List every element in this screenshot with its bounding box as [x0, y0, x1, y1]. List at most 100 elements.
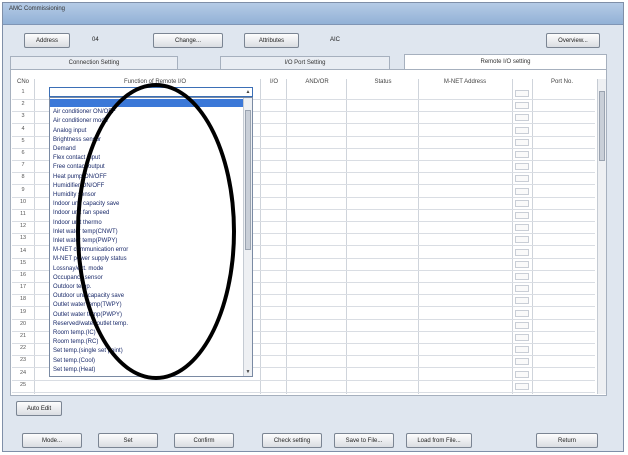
- change-button[interactable]: Change...: [153, 33, 223, 48]
- port-checkbox[interactable]: [515, 346, 529, 354]
- check-setting-button[interactable]: Check setting: [262, 433, 322, 448]
- row-number: 24: [12, 368, 34, 378]
- row-number: 10: [12, 197, 34, 207]
- list-item[interactable]: Outlet water temp(PWPY): [53, 311, 122, 319]
- header-status: Status: [374, 79, 392, 85]
- grid-scrollbar[interactable]: [597, 79, 606, 394]
- list-item[interactable]: Indoor unit capacity save: [53, 200, 119, 208]
- load-from-file-button[interactable]: Load from File...: [406, 433, 472, 448]
- row-number: 13: [12, 234, 34, 244]
- chevron-down-icon[interactable]: ▲: [244, 88, 252, 96]
- list-item[interactable]: Flex contact input: [53, 154, 100, 162]
- row-number: 12: [12, 222, 34, 232]
- header-io: I/O: [269, 79, 278, 85]
- row-number: 11: [12, 210, 34, 219]
- scroll-down-icon[interactable]: ▼: [244, 368, 252, 376]
- list-item[interactable]: Humidity sensor: [53, 191, 96, 199]
- row-number: 14: [12, 246, 34, 256]
- list-item[interactable]: Demand: [53, 145, 76, 153]
- port-checkbox[interactable]: [515, 187, 529, 195]
- return-button[interactable]: Return: [536, 433, 598, 448]
- port-checkbox[interactable]: [515, 212, 529, 219]
- listbox-scrollbar[interactable]: ▼: [243, 98, 252, 376]
- list-item[interactable]: Air conditioner ON/OFF: [53, 108, 116, 116]
- list-item[interactable]: M-NET power supply status: [53, 255, 127, 263]
- address-value: 04: [92, 37, 99, 43]
- list-item[interactable]: Inlet water temp(CNWT): [53, 228, 118, 236]
- port-checkbox[interactable]: [515, 126, 529, 134]
- port-checkbox[interactable]: [515, 236, 529, 244]
- port-checkbox[interactable]: [515, 199, 529, 207]
- list-item[interactable]: Set temp.(Cool): [53, 357, 95, 365]
- function-dropdown[interactable]: ▲: [49, 87, 253, 97]
- auto-edit-button[interactable]: Auto Edit: [16, 401, 62, 416]
- list-item[interactable]: Outlet water temp(TWPY): [53, 301, 122, 309]
- port-checkbox[interactable]: [515, 260, 529, 268]
- save-to-file-button[interactable]: Save to File...: [334, 433, 394, 448]
- confirm-button[interactable]: Confirm: [174, 433, 234, 448]
- attributes-button[interactable]: Attributes: [244, 33, 299, 48]
- port-checkbox[interactable]: [515, 163, 529, 171]
- header-function: Function of Remote I/O: [123, 79, 187, 85]
- row-number: 23: [12, 356, 34, 366]
- overview-button[interactable]: Overview...: [546, 33, 600, 48]
- port-checkbox[interactable]: [515, 382, 529, 390]
- list-item[interactable]: Occupancy sensor: [53, 274, 103, 282]
- port-checkbox[interactable]: [515, 248, 529, 256]
- list-item[interactable]: Free contact output: [53, 163, 105, 171]
- port-checkbox[interactable]: [515, 114, 529, 122]
- port-checkbox[interactable]: [515, 334, 529, 341]
- port-checkbox[interactable]: [515, 297, 529, 305]
- list-item[interactable]: Set temp.(Heat): [53, 366, 95, 374]
- port-checkbox[interactable]: [515, 138, 529, 146]
- row-number: 4: [12, 124, 34, 134]
- set-button[interactable]: Set: [98, 433, 158, 448]
- header-and-or: AND/OR: [305, 79, 329, 85]
- row-number: 22: [12, 344, 34, 354]
- port-checkbox[interactable]: [515, 309, 529, 317]
- row-number: 5: [12, 136, 34, 146]
- tab-io-port-setting[interactable]: I/O Port Setting: [220, 56, 390, 69]
- port-checkbox[interactable]: [515, 90, 529, 97]
- list-item[interactable]: Air conditioner mode: [53, 117, 108, 125]
- list-item[interactable]: Humidifier ON/OFF: [53, 182, 104, 190]
- row-number: 6: [12, 149, 34, 158]
- tab-connection-setting[interactable]: Connection Setting: [10, 56, 178, 69]
- row-number: 16: [12, 271, 34, 280]
- listbox-scroll-thumb[interactable]: [245, 110, 251, 250]
- port-checkbox[interactable]: [515, 273, 529, 280]
- grid-scroll-thumb[interactable]: [599, 91, 605, 161]
- port-checkbox[interactable]: [515, 358, 529, 366]
- port-checkbox[interactable]: [515, 151, 529, 158]
- port-checkbox[interactable]: [515, 102, 529, 110]
- list-item[interactable]: Set temp.(single set point): [53, 347, 123, 355]
- list-item[interactable]: Room temp.(IC): [53, 329, 96, 337]
- list-item[interactable]: Inlet water temp(PWPY): [53, 237, 117, 245]
- port-checkbox[interactable]: [515, 175, 529, 183]
- list-item[interactable]: Indoor unit thermo: [53, 219, 102, 227]
- list-item[interactable]: Outdoor temp.: [53, 283, 91, 291]
- port-checkbox[interactable]: [515, 321, 529, 329]
- list-item[interactable]: Outdoor unit capacity save: [53, 292, 124, 300]
- list-item[interactable]: Heat pump ON/OFF: [53, 173, 107, 181]
- list-item[interactable]: Analog input: [53, 127, 86, 135]
- row-number: 7: [12, 161, 34, 171]
- list-item[interactable]: Reserved/water outlet temp.: [53, 320, 128, 328]
- list-item[interactable]: Brightness sensor: [53, 136, 101, 144]
- list-item[interactable]: [50, 99, 244, 107]
- mode-button[interactable]: Mode...: [22, 433, 82, 448]
- port-checkbox[interactable]: [515, 285, 529, 293]
- header-no: CNo: [16, 79, 29, 85]
- row-number: 1: [12, 88, 34, 97]
- port-checkbox[interactable]: [515, 224, 529, 232]
- list-item[interactable]: Room temp.(RC): [53, 338, 98, 346]
- tab-remote-io-setting[interactable]: Remote I/O setting: [404, 54, 607, 69]
- header-port-no: Port No.: [550, 79, 573, 85]
- list-item[interactable]: M-NET communication error: [53, 246, 128, 254]
- address-button[interactable]: Address: [24, 33, 70, 48]
- list-item[interactable]: Indoor unit fan speed: [53, 209, 109, 217]
- list-item[interactable]: Lossnay/ext. mode: [53, 265, 103, 273]
- row-number: 18: [12, 295, 34, 305]
- function-listbox[interactable]: Air conditioner ON/OFF Air conditioner mo…: [49, 97, 253, 377]
- port-checkbox[interactable]: [515, 370, 529, 378]
